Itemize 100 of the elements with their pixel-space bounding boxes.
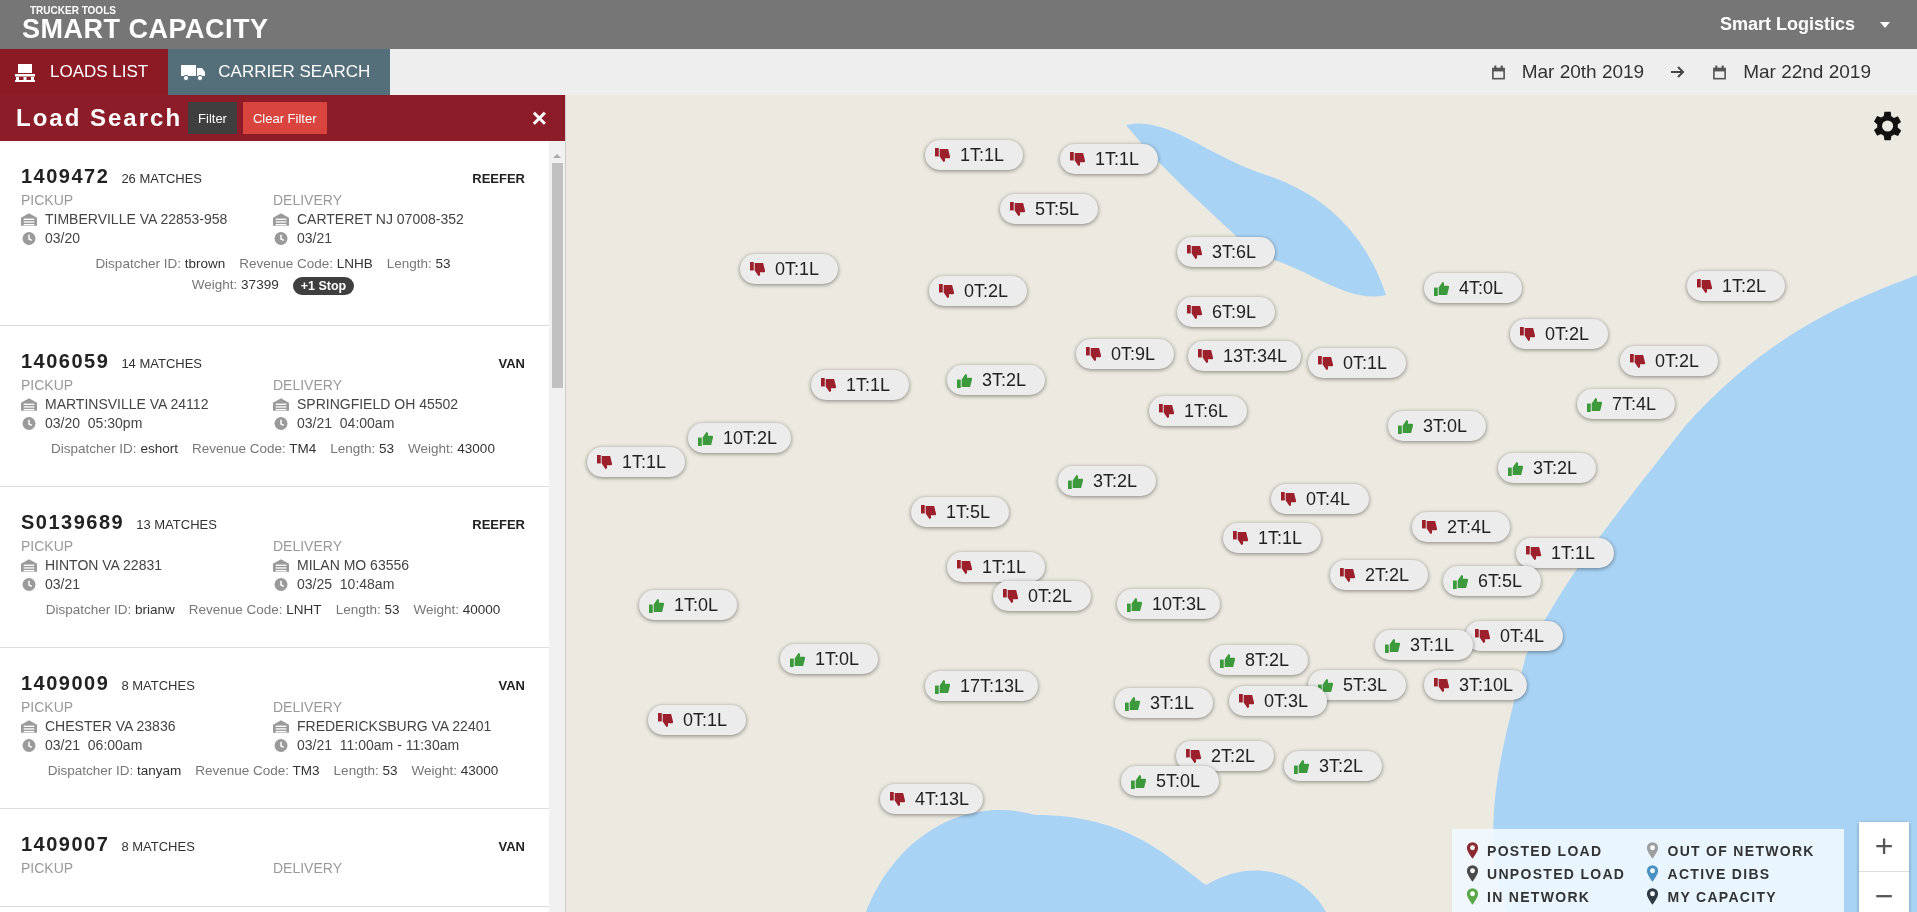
load-count-pin[interactable]: 3T:2L <box>1284 751 1382 781</box>
thumbs-down-icon <box>1010 201 1025 217</box>
load-count-pin[interactable]: 0T:2L <box>929 276 1027 306</box>
scrollbar-thumb[interactable] <box>551 163 563 388</box>
load-detail: Length: 53 <box>335 602 400 617</box>
load-count-pin[interactable]: 3T:0L <box>1388 411 1486 441</box>
close-button[interactable]: × <box>527 102 551 134</box>
start-date[interactable]: Mar 20th 2019 <box>1521 61 1645 83</box>
load-count-pin[interactable]: 1T:1L <box>1060 144 1158 174</box>
account-menu[interactable]: Smart Logistics <box>1719 14 1855 35</box>
load-count-pin[interactable]: 1T:6L <box>1149 396 1247 426</box>
thumbs-up-icon <box>1453 573 1468 589</box>
load-count-pin[interactable]: 13T:34L <box>1188 341 1302 371</box>
clear-filter-button[interactable]: Clear Filter <box>242 102 327 134</box>
load-count-pin[interactable]: 0T:3L <box>1229 686 1327 716</box>
thumbs-down-icon <box>1281 491 1296 507</box>
load-count-pin[interactable]: 1T:0L <box>780 644 878 674</box>
load-count-pin[interactable]: 3T:2L <box>947 365 1045 395</box>
load-count-pin[interactable]: 5T:5L <box>1000 194 1098 224</box>
zoom-in-button[interactable]: + <box>1859 822 1909 872</box>
load-count-pin[interactable]: 3T:1L <box>1375 630 1473 660</box>
zoom-out-button[interactable]: − <box>1859 872 1909 912</box>
load-count-pin[interactable]: 0T:4L <box>1271 484 1369 514</box>
thumbs-down-icon <box>1475 628 1490 644</box>
load-count-pin[interactable]: 5T:0L <box>1121 766 1219 796</box>
load-count-pin[interactable]: 1T:1L <box>947 552 1045 582</box>
equipment-type: VAN <box>498 356 525 371</box>
load-count-pin[interactable]: 0T:1L <box>740 254 838 284</box>
load-detail: Length: 53 <box>330 441 395 456</box>
load-count-pin[interactable]: 3T:10L <box>1424 670 1528 700</box>
thumbs-down-icon <box>1697 278 1712 294</box>
load-count-pin[interactable]: 1T:1L <box>587 447 685 477</box>
load-count-pin[interactable]: 10T:3L <box>1117 589 1221 619</box>
load-count-pin[interactable]: 2T:4L <box>1412 512 1510 542</box>
load-count-pin[interactable]: 0T:2L <box>1510 319 1608 349</box>
load-count-pin[interactable]: 1T:0L <box>639 590 737 620</box>
load-count-pin[interactable]: 0T:4L <box>1465 621 1563 651</box>
load-count-pin[interactable]: 17T:13L <box>925 671 1039 701</box>
brand-subtitle: TRUCKER TOOLS <box>30 6 117 16</box>
pickup-location: TIMBERVILLE VA 22853-958 <box>45 211 228 227</box>
load-count-pin[interactable]: 1T:1L <box>925 140 1023 170</box>
load-count-pin[interactable]: 4T:13L <box>880 784 984 814</box>
load-count-pin[interactable]: 3T:6L <box>1177 237 1275 267</box>
legend-label: OUT OF NETWORK <box>1667 842 1815 859</box>
scroll-up-icon[interactable] <box>552 153 562 159</box>
scrollbar[interactable] <box>549 141 565 912</box>
load-count-pin[interactable]: 0T:9L <box>1076 339 1174 369</box>
pickup-label: PICKUP <box>21 860 75 876</box>
load-count-pin[interactable]: 1T:5L <box>911 497 1009 527</box>
load-count-pin[interactable]: 8T:2L <box>1210 645 1308 675</box>
thumbs-down-icon <box>890 791 905 807</box>
load-detail: Revenue Code: TM4 <box>191 441 317 456</box>
delivery-location: SPRINGFIELD OH 45502 <box>297 396 459 412</box>
load-count-pin[interactable]: 3T:2L <box>1498 453 1596 483</box>
load-detail: Length: 53 <box>386 256 451 271</box>
thumbs-up-icon <box>1068 473 1083 489</box>
caret-icon[interactable] <box>1879 20 1891 29</box>
load-count-pin[interactable]: 0T:1L <box>1308 348 1406 378</box>
warehouse-icon <box>21 397 37 411</box>
thumbs-up-icon <box>1125 695 1140 711</box>
load-count-pin[interactable]: 0T:2L <box>1620 346 1718 376</box>
load-count-pin[interactable]: 1T:1L <box>811 370 909 400</box>
delivery-label: DELIVERY <box>273 377 343 393</box>
load-count-pin[interactable]: 7T:4L <box>1577 389 1675 419</box>
load-count-pin[interactable]: 6T:5L <box>1443 566 1541 596</box>
load-count-pin[interactable]: 2T:2L <box>1176 741 1274 771</box>
load-count-pin[interactable]: 6T:9L <box>1177 297 1275 327</box>
legend-label: IN NETWORK <box>1487 888 1591 905</box>
thumbs-up-icon <box>1587 396 1602 412</box>
load-count-pin[interactable]: 4T:0L <box>1424 273 1522 303</box>
view-tab[interactable]: LOADS LIST <box>0 49 169 95</box>
load-count-pin[interactable]: 10T:2L <box>688 423 792 453</box>
load-number: 1409007 <box>21 833 110 856</box>
thumbs-down-icon <box>1003 588 1018 604</box>
load-number: 1409472 <box>21 165 110 188</box>
load-count-pin[interactable]: 1T:2L <box>1687 271 1785 301</box>
load-count-pin[interactable]: 0T:2L <box>993 581 1091 611</box>
view-tab[interactable]: CARRIER SEARCH <box>168 49 391 95</box>
load-count-pin[interactable]: 1T:1L <box>1223 523 1321 553</box>
thumbs-down-icon <box>1198 348 1213 364</box>
thumbs-down-icon <box>1086 346 1101 362</box>
load-count-pin[interactable]: 0T:1L <box>648 705 746 735</box>
load-detail: Weight: 43000 <box>411 763 499 778</box>
load-count-pin[interactable]: 2T:2L <box>1330 560 1428 590</box>
thumbs-up-icon <box>1131 773 1146 789</box>
thumbs-down-icon <box>1187 244 1202 260</box>
thumbs-down-icon <box>1070 151 1085 167</box>
end-date[interactable]: Mar 22nd 2019 <box>1743 61 1871 83</box>
thumbs-up-icon <box>1294 758 1309 774</box>
load-detail: Weight: 40000 <box>413 602 501 617</box>
filter-button[interactable]: Filter <box>188 102 237 134</box>
thumbs-down-icon <box>1187 304 1202 320</box>
load-card[interactable]: 1409472 26 MATCHES REEFER PICKUP TIMBERVILLE VA 22853-958 03/20 DELIVERY CARTERET NJ 07008-352 03/21 Dispatcher ID: tbrown Revenue Code: LNHB Length: 53 Weight: 37399 +1 Stop <box>0 141 549 326</box>
load-count-pin[interactable]: 3T:2L <box>1058 466 1156 496</box>
load-count-pin[interactable]: 1T:1L <box>1516 538 1614 568</box>
truck-icon <box>180 62 207 82</box>
thumbs-up-icon <box>649 597 664 613</box>
thumbs-down-icon <box>1630 353 1645 369</box>
calendar-icon <box>1712 64 1728 80</box>
load-count-pin[interactable]: 3T:1L <box>1115 688 1213 718</box>
